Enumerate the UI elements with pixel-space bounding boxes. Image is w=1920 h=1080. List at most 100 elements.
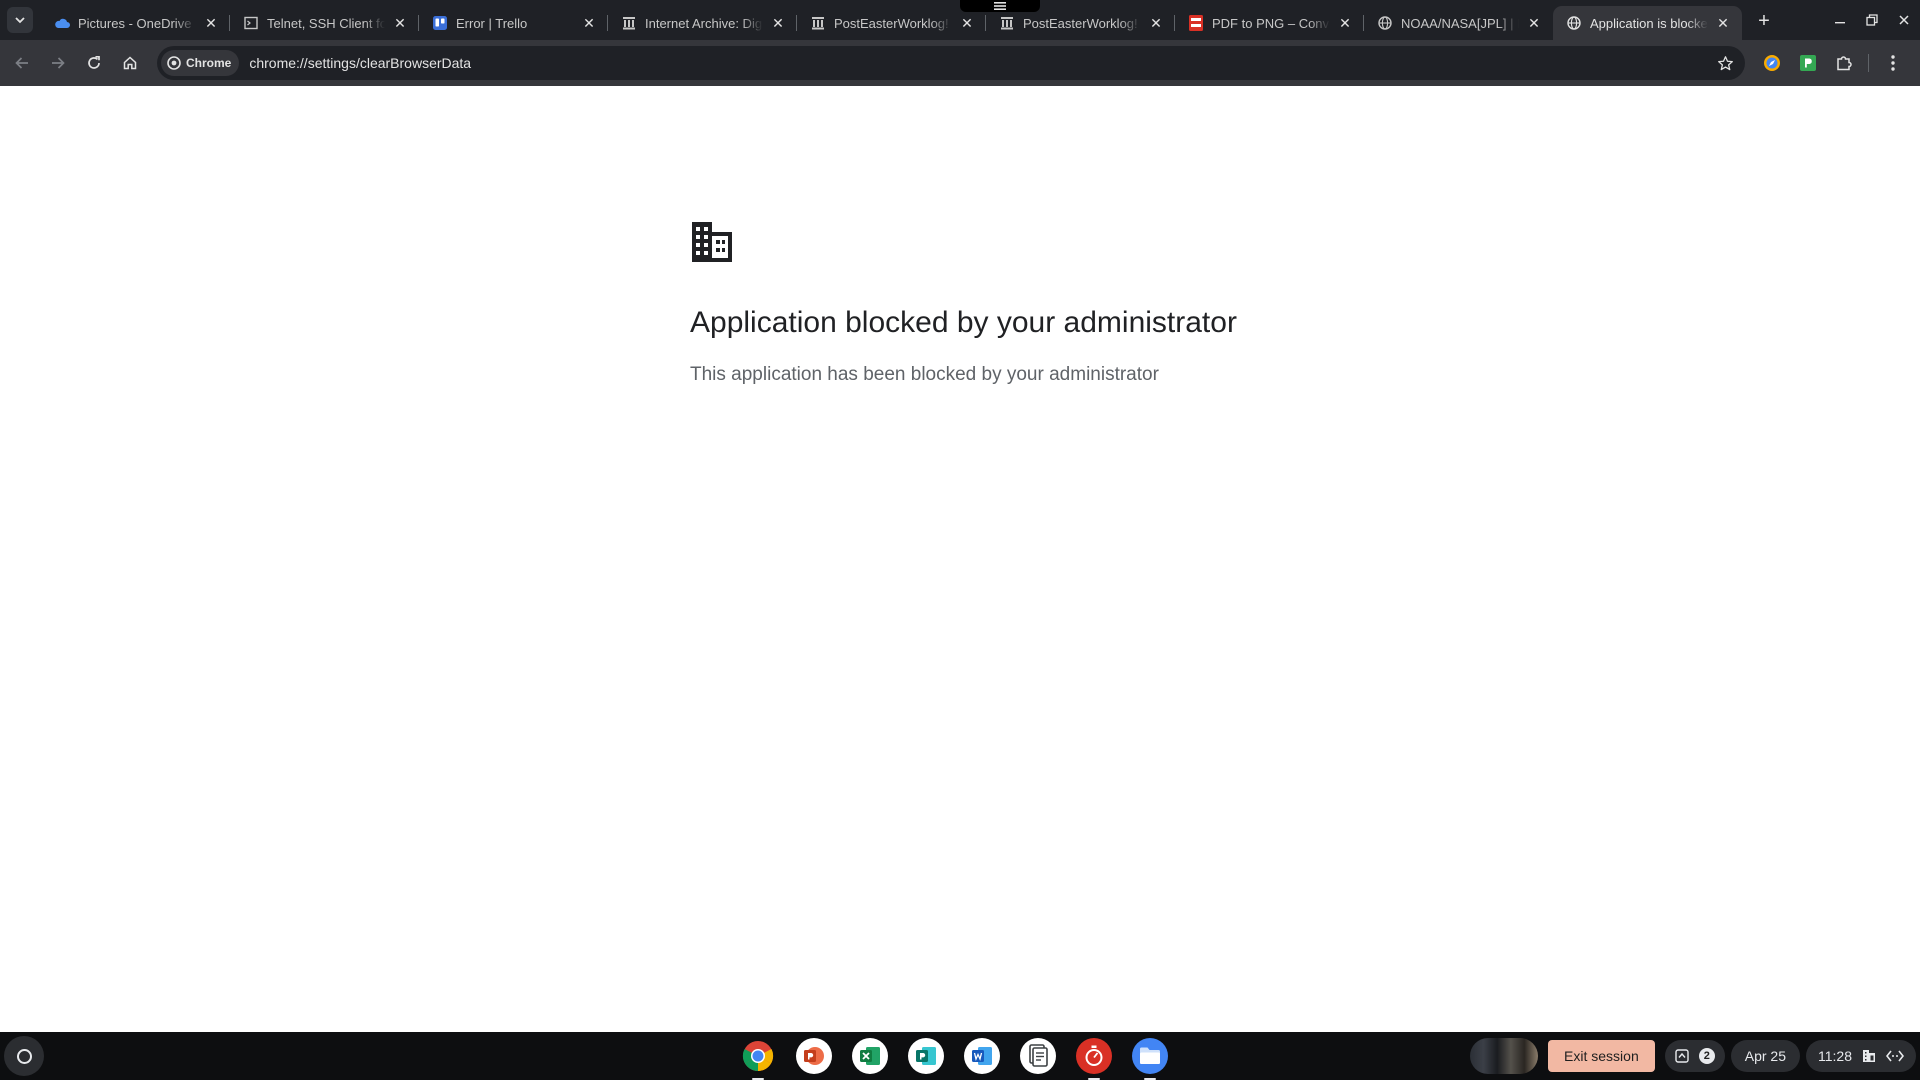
- launcher-icon: [16, 1048, 32, 1064]
- toolbar-divider: [1868, 54, 1869, 72]
- date-button[interactable]: Apr 25: [1730, 1040, 1800, 1072]
- word-icon: [972, 1047, 992, 1065]
- star-icon: [1717, 55, 1733, 70]
- powerpoint-icon: [804, 1047, 824, 1065]
- globe-icon: [1377, 15, 1393, 31]
- date-text: Apr 25: [1744, 1048, 1786, 1064]
- terminal-icon: [243, 15, 259, 31]
- network-arrows-icon: [1886, 1050, 1904, 1062]
- back-arrow-icon: [15, 57, 28, 69]
- tab-application-blocked[interactable]: Application is blocked ✕: [1553, 6, 1742, 40]
- tab-title: Internet Archive: Digital Library: [645, 15, 763, 31]
- publisher-icon: [916, 1047, 936, 1065]
- archive-icon: [999, 15, 1015, 31]
- forward-arrow-icon: [52, 57, 65, 69]
- close-icon: [1899, 15, 1909, 25]
- forward-button[interactable]: [40, 45, 76, 81]
- reload-button[interactable]: [76, 45, 112, 81]
- tab-title: Telnet, SSH Client for Linux: [267, 15, 385, 31]
- more-vert-icon: [1891, 55, 1895, 71]
- window-controls: [1824, 0, 1920, 40]
- word-app[interactable]: [964, 1038, 1000, 1074]
- tab-title: NOAA/NASA[JPL] | Re: [1401, 15, 1519, 31]
- extensions-button[interactable]: [1828, 47, 1860, 79]
- archive-icon: [621, 15, 637, 31]
- extension-button-1[interactable]: [1756, 47, 1788, 79]
- puzzle-icon: [1837, 56, 1852, 71]
- chrome-icon: [742, 1041, 774, 1071]
- tab-posteaster-1[interactable]: PostEasterWorklog! S ✕: [796, 6, 986, 40]
- files-icon: [1140, 1047, 1160, 1064]
- close-icon[interactable]: ✕: [1525, 14, 1543, 32]
- extension-button-2[interactable]: [1792, 47, 1824, 79]
- tab-title: PostEasterWorklog! S: [834, 15, 952, 31]
- stopwatch-app[interactable]: [1076, 1038, 1112, 1080]
- chrome-menu-button[interactable]: [1877, 47, 1909, 79]
- close-window-button[interactable]: [1888, 0, 1920, 40]
- tab-search-button[interactable]: [7, 7, 33, 33]
- address-bar[interactable]: Chrome chrome://settings/clearBrowserDat…: [157, 46, 1745, 80]
- close-icon[interactable]: ✕: [1336, 14, 1354, 32]
- onedrive-icon: [54, 15, 70, 31]
- tab-trello[interactable]: Error | Trello ✕: [418, 6, 608, 40]
- tab-pdf-to-png[interactable]: PDF to PNG – Convert ✕: [1174, 6, 1364, 40]
- clock-text: 11:28: [1818, 1048, 1852, 1064]
- chevron-down-icon: [15, 17, 25, 24]
- close-icon[interactable]: ✕: [958, 14, 976, 32]
- tab-noaa-nasa[interactable]: NOAA/NASA[JPL] | Re ✕: [1363, 6, 1553, 40]
- docs-app[interactable]: [1020, 1038, 1056, 1074]
- close-icon[interactable]: ✕: [1147, 14, 1165, 32]
- bookmark-button[interactable]: [1713, 51, 1737, 75]
- browser-toolbar: Chrome chrome://settings/clearBrowserDat…: [0, 40, 1920, 86]
- close-icon[interactable]: ✕: [202, 14, 220, 32]
- status-tray: Exit session 2 Apr 25 11:28: [1470, 1032, 1920, 1080]
- exit-session-button[interactable]: Exit session: [1548, 1040, 1655, 1072]
- files-app[interactable]: [1132, 1038, 1168, 1080]
- home-button[interactable]: [112, 45, 148, 81]
- quick-settings-button[interactable]: 11:28: [1806, 1040, 1916, 1072]
- close-icon[interactable]: ✕: [391, 14, 409, 32]
- publisher-app[interactable]: [908, 1038, 944, 1074]
- reload-icon: [88, 55, 100, 69]
- business-building-icon: [690, 222, 734, 267]
- docs-icon: [1029, 1044, 1048, 1067]
- back-button[interactable]: [4, 45, 40, 81]
- tab-internet-archive[interactable]: Internet Archive: Digital Library ✕: [607, 6, 797, 40]
- enterprise-icon: [1863, 1050, 1875, 1062]
- chrome-icon: [167, 56, 181, 70]
- notification-button[interactable]: 2: [1664, 1040, 1725, 1072]
- tab-strip: Pictures - OneDrive ✕ Telnet, SSH Client…: [0, 0, 1920, 40]
- site-chip-label: Chrome: [186, 56, 232, 70]
- excel-icon: [860, 1047, 880, 1065]
- excel-app[interactable]: [852, 1038, 888, 1074]
- site-info-chip[interactable]: Chrome: [161, 50, 240, 76]
- close-icon[interactable]: ✕: [580, 14, 598, 32]
- tab-telnet[interactable]: Telnet, SSH Client for Linux ✕: [229, 6, 419, 40]
- desk-thumbnails[interactable]: [1470, 1038, 1539, 1074]
- tab-list: Pictures - OneDrive ✕ Telnet, SSH Client…: [41, 0, 1742, 40]
- notification-count: 2: [1698, 1048, 1715, 1064]
- archive-icon: [810, 15, 826, 31]
- chrome-app[interactable]: [740, 1038, 776, 1080]
- window-drag-handle[interactable]: [960, 0, 1040, 12]
- globe-icon: [1566, 15, 1582, 31]
- tab-title: Pictures - OneDrive: [78, 15, 192, 31]
- close-icon[interactable]: ✕: [1714, 14, 1732, 32]
- new-tab-button[interactable]: +: [1750, 7, 1778, 35]
- powerpoint-app[interactable]: [796, 1038, 832, 1074]
- url-text[interactable]: chrome://settings/clearBrowserData: [249, 55, 471, 71]
- tab-title: PDF to PNG – Convert: [1212, 15, 1330, 31]
- extension-green-icon: [1800, 55, 1816, 71]
- close-icon[interactable]: ✕: [769, 14, 787, 32]
- tab-title: PostEasterWorklog! S: [1023, 15, 1141, 31]
- pdf-png-icon: [1188, 15, 1204, 31]
- tab-onedrive[interactable]: Pictures - OneDrive ✕: [41, 6, 230, 40]
- home-icon: [123, 56, 137, 70]
- menu-icon: [994, 2, 1006, 10]
- restore-button[interactable]: [1856, 0, 1888, 40]
- extensions-area: [1756, 40, 1909, 86]
- minimize-button[interactable]: [1824, 0, 1856, 40]
- launcher-button[interactable]: [4, 1036, 44, 1076]
- extension-compass-icon: [1764, 55, 1780, 71]
- minimize-icon: [1835, 22, 1845, 24]
